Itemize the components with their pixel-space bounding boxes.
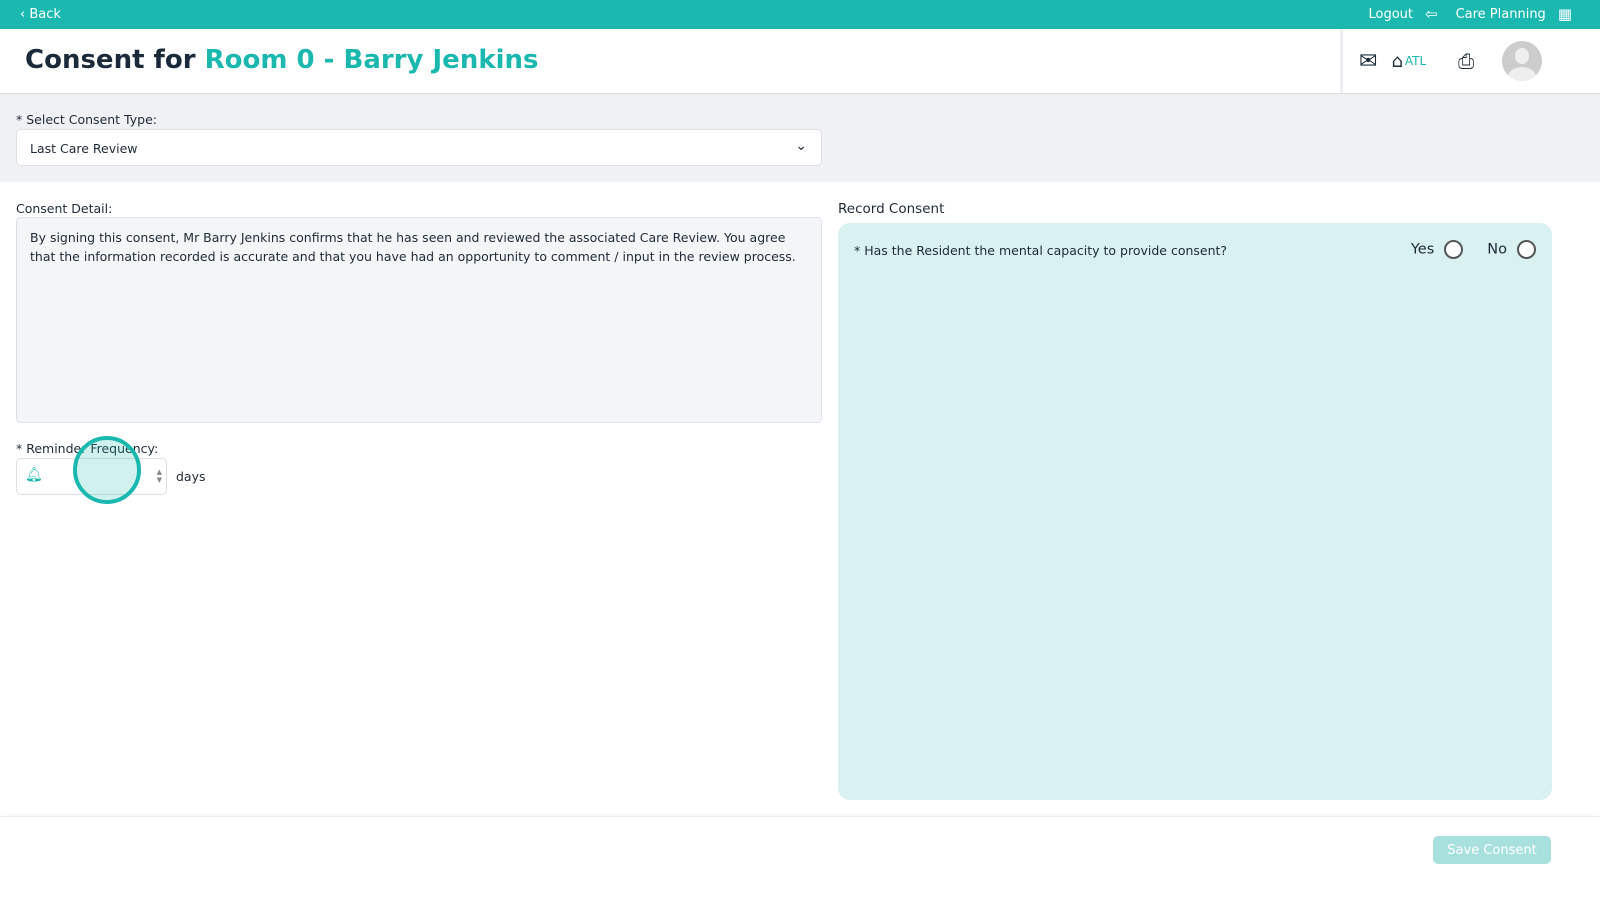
save-consent-button[interactable]: Save Consent: [1433, 836, 1551, 864]
record-consent-label: Record Consent: [838, 201, 945, 217]
no-radio[interactable]: [1517, 240, 1536, 259]
click-indicator: [73, 436, 141, 504]
app-name[interactable]: Care Planning: [1456, 7, 1546, 22]
bell-icon: 🔔︎: [25, 467, 43, 483]
spinner-arrows[interactable]: ▲ ▼: [157, 468, 162, 484]
apps-grid-icon[interactable]: ▦: [1558, 5, 1572, 23]
chevron-down-icon: ⌄: [795, 138, 807, 154]
home-label[interactable]: ATL: [1405, 54, 1426, 68]
avatar[interactable]: [1502, 41, 1543, 81]
home-icon[interactable]: ⌂: [1391, 51, 1402, 72]
footer: Save Consent: [0, 816, 1600, 900]
yes-option[interactable]: Yes: [1410, 240, 1464, 259]
consent-type-value: Last Care Review: [30, 141, 138, 156]
consent-detail-text: By signing this consent, Mr Barry Jenkin…: [16, 217, 822, 423]
capacity-question: * Has the Resident the mental capacity t…: [854, 243, 1228, 258]
yes-label: Yes: [1410, 241, 1435, 258]
no-label: No: [1487, 241, 1507, 258]
resident-name: Room 0 - Barry Jenkins: [204, 45, 539, 75]
days-unit: days: [176, 469, 206, 484]
title-prefix: Consent for: [25, 45, 196, 75]
record-consent-panel: * Has the Resident the mental capacity t…: [838, 223, 1552, 800]
back-link[interactable]: ‹ Back: [20, 7, 61, 22]
consent-type-select[interactable]: Last Care Review ⌄: [16, 129, 822, 166]
yes-radio[interactable]: [1444, 240, 1464, 259]
page-header: Consent for Room 0 - Barry Jenkins ✉ ⌂ A…: [0, 29, 1600, 94]
top-bar: ‹ Back Logout ⇦ Care Planning ▦: [0, 0, 1600, 29]
print-icon[interactable]: ⎙: [1458, 49, 1474, 73]
logout-link[interactable]: Logout: [1368, 7, 1413, 22]
consent-detail-label: Consent Detail:: [16, 201, 113, 216]
mail-icon[interactable]: ✉: [1359, 49, 1377, 74]
page-title: Consent for Room 0 - Barry Jenkins: [25, 45, 539, 75]
consent-type-label: * Select Consent Type:: [16, 112, 157, 127]
logout-icon[interactable]: ⇦: [1425, 5, 1438, 23]
no-option[interactable]: No: [1487, 240, 1536, 259]
